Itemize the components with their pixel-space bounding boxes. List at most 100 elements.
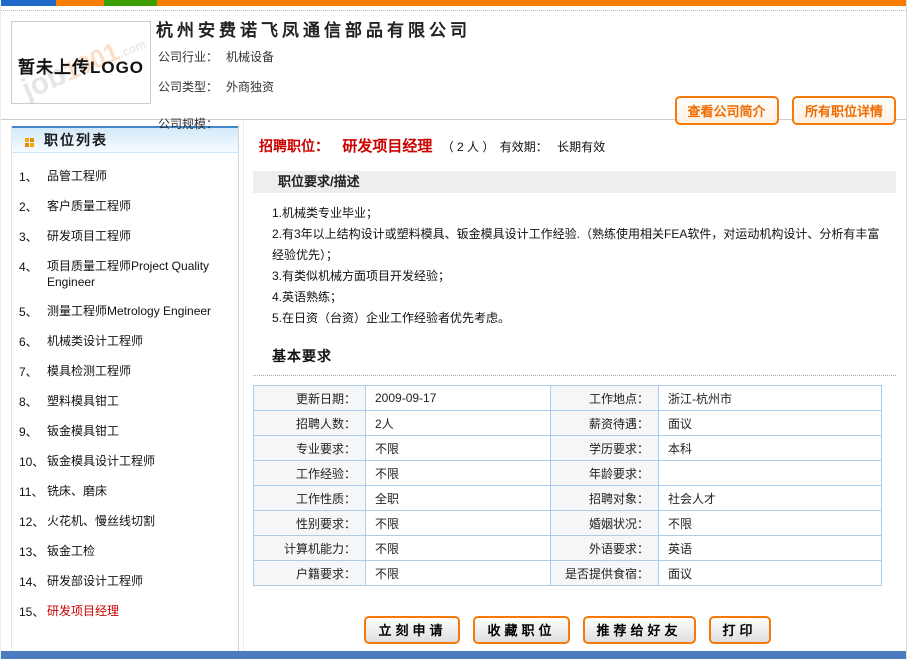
basic-requirements-row: 更新日期： 2009-09-17 工作地点： 浙江-杭州市 <box>254 386 882 411</box>
basic-requirements-row: 专业要求： 不限 学历要求： 本科 <box>254 436 882 461</box>
job-validity-label: 有效期： <box>500 140 548 154</box>
requirement-label: 性别要求： <box>254 511 366 536</box>
job-item-number: 8、 <box>19 393 47 410</box>
job-item-label: 火花机、慢丝线切割 <box>47 513 238 530</box>
requirement-value: 全职 <box>366 486 551 511</box>
basic-requirements-row: 工作性质： 全职 招聘对象： 社会人才 <box>254 486 882 511</box>
requirement-label: 薪资待遇： <box>551 411 659 436</box>
header-buttons: 查看公司简介 所有职位详情 <box>666 96 896 125</box>
job-item-number: 11、 <box>19 483 47 500</box>
job-item-number: 12、 <box>19 513 47 530</box>
job-item-number: 4、 <box>19 258 47 290</box>
job-detail-content: 招聘职位： 研发项目经理 （ 2 人 ） 有效期： 长期有效 职位要求/描述 1… <box>243 120 906 657</box>
requirement-value: 2人 <box>366 411 551 436</box>
job-item-number: 6、 <box>19 333 47 350</box>
sidebar-job-item[interactable]: 9、 钣金模具钳工 <box>12 417 238 447</box>
requirement-value: 不限 <box>366 461 551 486</box>
requirement-value: 浙江-杭州市 <box>659 386 882 411</box>
job-item-label: 研发项目经理 <box>47 603 238 620</box>
basic-requirements-row: 招聘人数： 2人 薪资待遇： 面议 <box>254 411 882 436</box>
job-item-number: 13、 <box>19 543 47 560</box>
job-item-number: 14、 <box>19 573 47 590</box>
requirement-value: 面议 <box>659 561 882 586</box>
sidebar-job-item[interactable]: 6、 机械类设计工程师 <box>12 327 238 357</box>
all-jobs-detail-button[interactable]: 所有职位详情 <box>792 96 896 125</box>
sidebar-job-item[interactable]: 2、 客户质量工程师 <box>12 192 238 222</box>
job-list-sidebar: 职位列表 1、 品管工程师 2、 客户质量工程师 3、 研发项目工程师 <box>11 126 239 657</box>
accent-strip-orange-long <box>157 0 906 6</box>
company-field-label: 公司规模： <box>158 117 218 131</box>
job-description-line: 2.有3年以上结构设计或塑料模具、钣金模具设计工作经验.（熟练使用相关FEA软件… <box>272 224 886 266</box>
requirement-label: 学历要求： <box>551 436 659 461</box>
requirement-label: 工作经验： <box>254 461 366 486</box>
job-item-label: 塑料模具钳工 <box>47 393 238 410</box>
requirement-label: 工作性质： <box>254 486 366 511</box>
job-title: 研发项目经理 <box>342 138 432 155</box>
job-item-label: 项目质量工程师Project Quality Engineer <box>47 258 238 290</box>
basic-requirements-row: 计算机能力： 不限 外语要求： 英语 <box>254 536 882 561</box>
company-field-label: 公司行业： <box>158 50 218 64</box>
company-field-row: 公司行业： 机械设备 <box>158 48 274 65</box>
job-item-label: 模具检测工程师 <box>47 363 238 380</box>
job-item-label: 钣金模具设计工程师 <box>47 453 238 470</box>
job-item-label: 钣金工检 <box>47 543 238 560</box>
requirement-value: 不限 <box>366 436 551 461</box>
sidebar-job-item[interactable]: 5、 测量工程师Metrology Engineer <box>12 297 238 327</box>
job-description: 1.机械类专业毕业； 2.有3年以上结构设计或塑料模具、钣金模具设计工作经验.（… <box>253 193 896 329</box>
requirement-label: 招聘对象： <box>551 486 659 511</box>
sidebar-job-item[interactable]: 11、 铣床、磨床 <box>12 477 238 507</box>
sidebar-job-item[interactable]: 12、 火花机、慢丝线切割 <box>12 507 238 537</box>
accent-strip-green <box>104 0 157 6</box>
job-item-number: 1、 <box>19 168 47 185</box>
footer-accent-bar <box>1 651 906 659</box>
company-field-label: 公司类型： <box>158 80 218 94</box>
action-buttons: 立刻申请 收藏职位 推荐给好友 打印 <box>253 616 882 644</box>
sidebar-job-item[interactable]: 8、 塑料模具钳工 <box>12 387 238 417</box>
job-headcount: （ 2 人 ） <box>442 140 495 154</box>
job-item-number: 7、 <box>19 363 47 380</box>
sidebar-job-item[interactable]: 14、 研发部设计工程师 <box>12 567 238 597</box>
requirement-value: 不限 <box>659 511 882 536</box>
apply-now-button[interactable]: 立刻申请 <box>364 616 460 644</box>
job-description-line: 1.机械类专业毕业； <box>272 203 886 224</box>
requirement-value: 面议 <box>659 411 882 436</box>
sidebar-job-item[interactable]: 10、 钣金模具设计工程师 <box>12 447 238 477</box>
job-item-label: 研发项目工程师 <box>47 228 238 245</box>
basic-requirements-row: 性别要求： 不限 婚姻状况： 不限 <box>254 511 882 536</box>
job-summary-line: 招聘职位： 研发项目经理 （ 2 人 ） 有效期： 长期有效 <box>253 120 896 156</box>
print-button[interactable]: 打印 <box>709 616 771 644</box>
company-header: job1001.com 暂未上传LOGO 杭州安费诺飞凤通信部品有限公司 公司行… <box>1 11 906 120</box>
requirement-label: 更新日期： <box>254 386 366 411</box>
company-field-value: 机械设备 <box>226 50 274 64</box>
recommend-friend-button[interactable]: 推荐给好友 <box>583 616 696 644</box>
job-item-label: 钣金模具钳工 <box>47 423 238 440</box>
company-fields: 公司行业：机械设备 公司类型：外商独资 公司规模： <box>158 48 274 145</box>
save-job-button[interactable]: 收藏职位 <box>473 616 569 644</box>
job-item-number: 2、 <box>19 198 47 215</box>
requirement-value: 不限 <box>366 511 551 536</box>
requirement-label: 年龄要求： <box>551 461 659 486</box>
requirement-value <box>659 461 882 486</box>
requirement-label: 招聘人数： <box>254 411 366 436</box>
top-accent-bar <box>1 0 906 6</box>
requirement-value: 不限 <box>366 561 551 586</box>
company-name: 杭州安费诺飞凤通信部品有限公司 <box>156 16 471 41</box>
job-item-number: 10、 <box>19 453 47 470</box>
job-validity-value: 长期有效 <box>557 140 605 154</box>
job-item-label: 研发部设计工程师 <box>47 573 238 590</box>
sidebar-job-item[interactable]: 3、 研发项目工程师 <box>12 222 238 252</box>
sidebar-job-item[interactable]: 13、 钣金工检 <box>12 537 238 567</box>
view-company-profile-button[interactable]: 查看公司简介 <box>675 96 779 125</box>
company-field-row: 公司规模： <box>158 115 274 132</box>
sidebar-job-item[interactable]: 4、 项目质量工程师Project Quality Engineer <box>12 252 238 297</box>
sidebar-job-item[interactable]: 1、 品管工程师 <box>12 162 238 192</box>
requirement-value: 2009-09-17 <box>366 386 551 411</box>
requirement-label: 外语要求： <box>551 536 659 561</box>
requirement-value: 社会人才 <box>659 486 882 511</box>
basic-requirements-row: 户籍要求： 不限 是否提供食宿： 面议 <box>254 561 882 586</box>
job-item-number: 5、 <box>19 303 47 320</box>
requirement-value: 本科 <box>659 436 882 461</box>
sidebar-job-item[interactable]: 7、 模具检测工程师 <box>12 357 238 387</box>
job-description-line: 5.在日资（台资）企业工作经验者优先考虑。 <box>272 308 886 329</box>
sidebar-job-item[interactable]: 15、 研发项目经理 <box>12 597 238 627</box>
